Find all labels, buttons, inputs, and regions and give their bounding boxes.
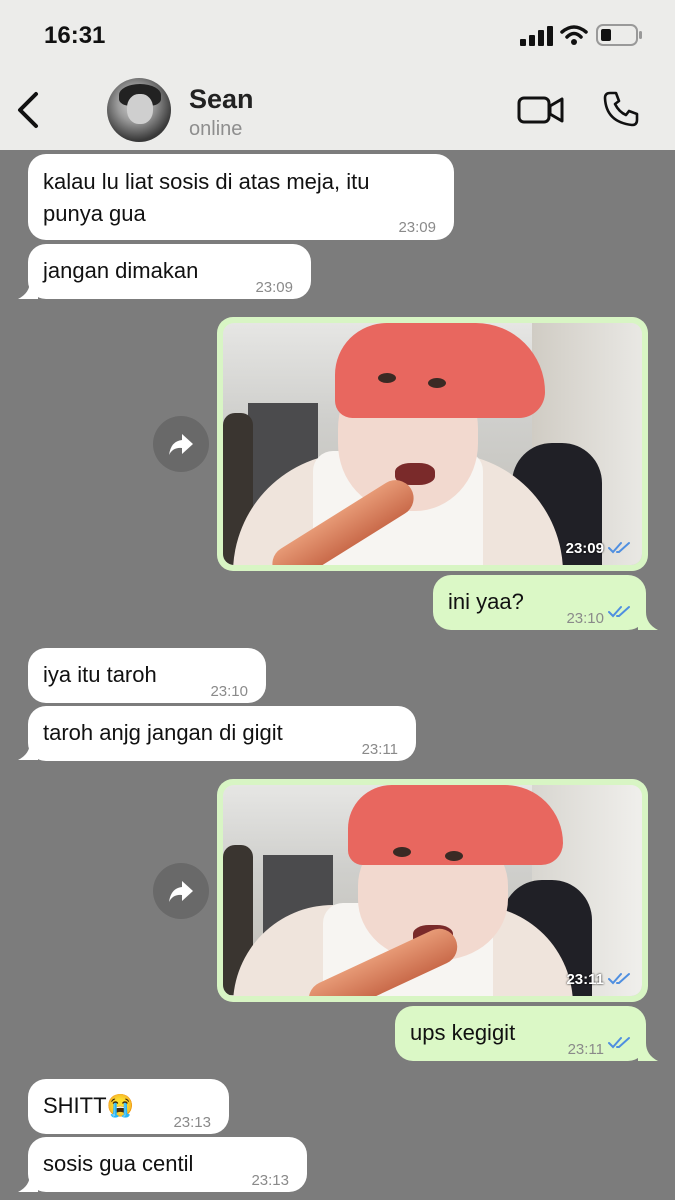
forward-button[interactable] [153,416,209,472]
message-time: 23:09 [255,279,293,296]
photo-time: 23:11 [566,971,604,988]
photo-image[interactable]: 23:11 [223,785,642,996]
contact-avatar[interactable] [107,78,171,142]
incoming-message[interactable]: sosis gua centil 23:13 [28,1137,307,1192]
contact-name[interactable]: Sean [189,84,254,115]
status-bar: 16:31 [0,0,675,72]
phone-call-icon[interactable] [602,90,640,128]
chat-header: Sean online [0,72,675,150]
contact-status: online [189,118,243,140]
video-call-icon[interactable] [517,94,565,126]
bubble-tail [638,612,658,630]
message-text: sosis gua centil [43,1151,194,1176]
message-text-line2: punya gua [43,201,146,226]
message-text: iya itu taroh [43,662,157,687]
read-double-check-icon [608,973,630,985]
wifi-icon [560,25,588,45]
message-text: taroh anjg jangan di gigit [43,720,283,745]
incoming-message[interactable]: taroh anjg jangan di gigit 23:11 [28,706,416,761]
status-time: 16:31 [44,22,106,49]
message-time: 23:13 [173,1114,211,1131]
outgoing-photo-message[interactable]: 23:09 [217,317,648,571]
outgoing-message[interactable]: ini yaa? 23:10 [433,575,646,630]
cellular-signal-icon [520,26,553,46]
forward-arrow-icon [169,881,193,902]
outgoing-message[interactable]: ups kegigit 23:11 [395,1006,646,1061]
message-time: 23:11 [567,1041,604,1058]
message-time: 23:11 [361,741,398,758]
battery-icon [596,24,642,46]
read-double-check-icon [608,606,630,618]
message-text: ups kegigit [410,1020,516,1045]
photo-image[interactable]: 23:09 [223,323,642,565]
message-text-line1: kalau lu liat sosis di atas meja, itu [43,169,370,194]
outgoing-photo-message[interactable]: 23:11 [217,779,648,1002]
message-text: SHITT😭 [43,1093,134,1118]
incoming-message[interactable]: jangan dimakan 23:09 [28,244,311,299]
message-time: 23:13 [251,1172,289,1189]
read-double-check-icon [608,1037,630,1049]
incoming-message[interactable]: kalau lu liat sosis di atas meja, itu pu… [28,154,454,240]
message-time: 23:10 [210,683,248,700]
incoming-message[interactable]: iya itu taroh 23:10 [28,648,266,703]
bubble-tail [638,1043,658,1061]
forward-arrow-icon [169,434,193,455]
message-text: jangan dimakan [43,258,199,283]
read-double-check-icon [608,542,630,554]
back-chevron-icon[interactable] [14,90,44,130]
message-text: ini yaa? [448,589,524,614]
message-time: 23:10 [566,610,604,627]
incoming-message[interactable]: SHITT😭 23:13 [28,1079,229,1134]
forward-button[interactable] [153,863,209,919]
message-time: 23:09 [398,219,436,236]
photo-time: 23:09 [565,540,604,557]
